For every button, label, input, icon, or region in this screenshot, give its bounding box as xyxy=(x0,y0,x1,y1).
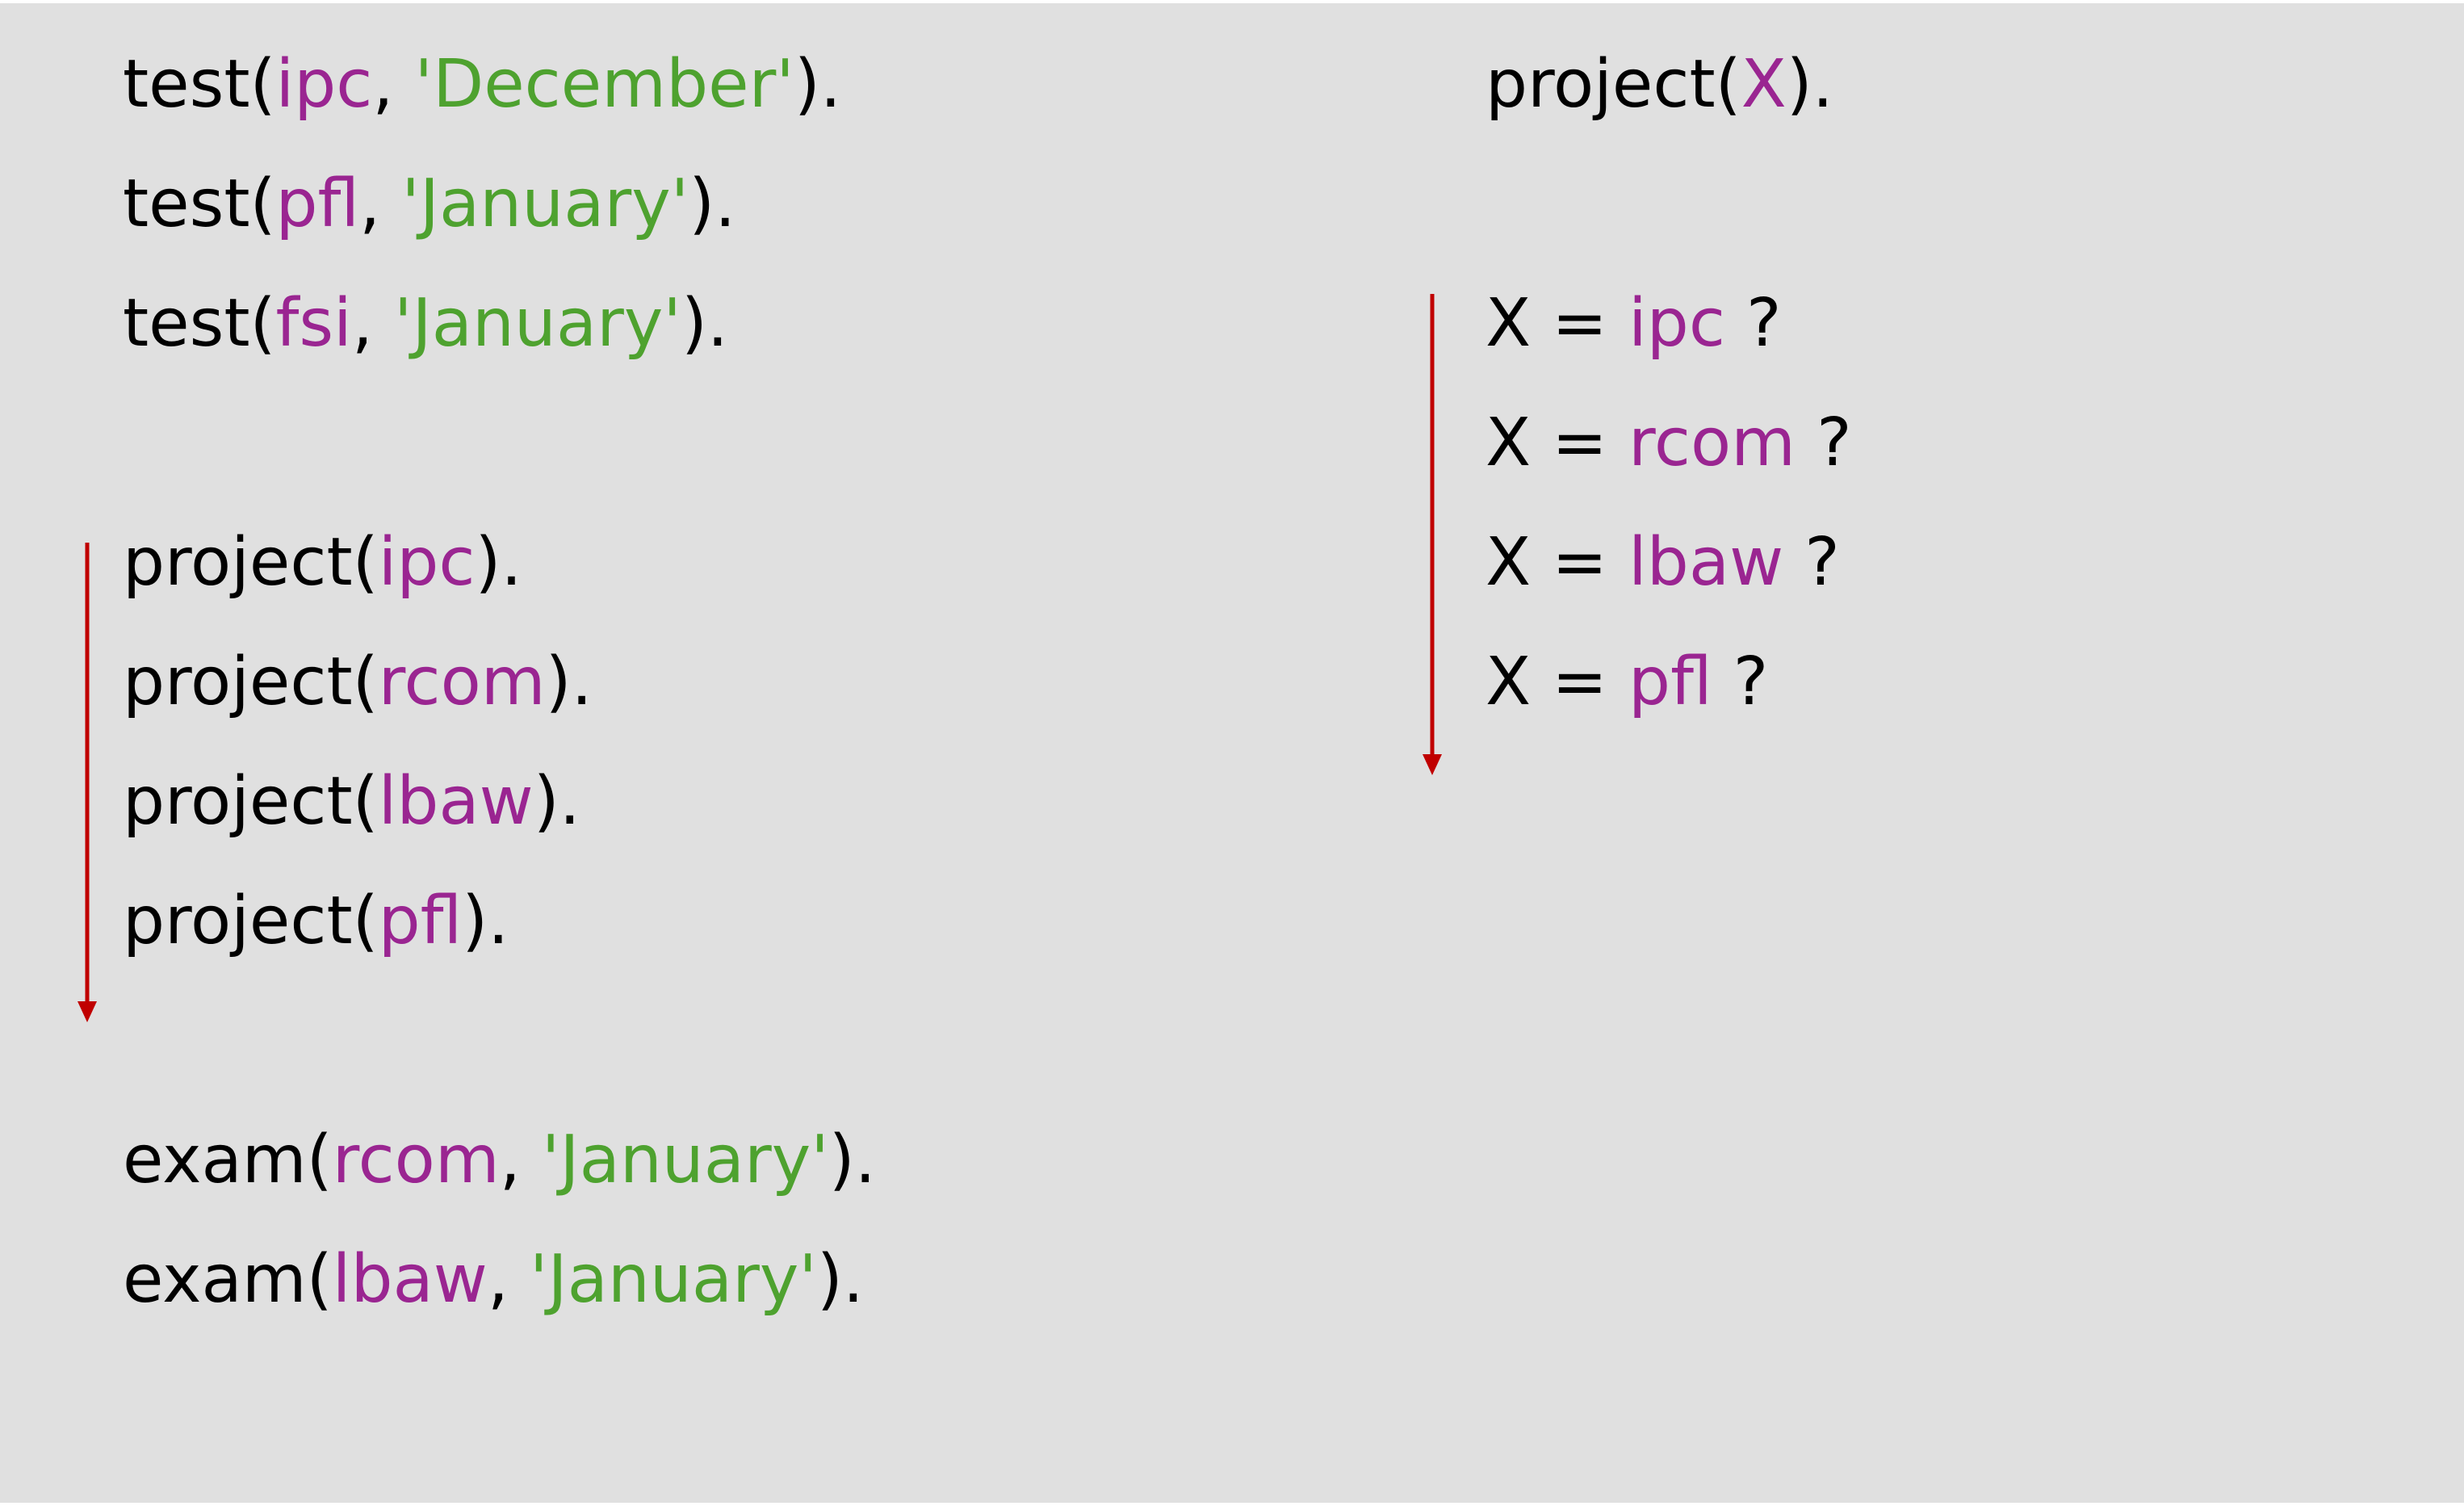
code-text: ). xyxy=(462,883,509,959)
atom-token: rcom xyxy=(1628,405,1796,481)
left-search-arrow xyxy=(78,543,97,1022)
code-text: ). xyxy=(794,46,841,123)
code-text: , xyxy=(499,1122,542,1198)
atom-token: ipc xyxy=(378,524,476,601)
code-text: ). xyxy=(689,166,736,242)
atom-token: ipc xyxy=(275,46,373,123)
atom-token: pfl xyxy=(1628,644,1712,720)
right-search-arrow xyxy=(1423,294,1442,775)
unification-attempt: X = lbaw ? xyxy=(1486,530,1840,596)
code-text: ? xyxy=(1712,644,1769,720)
fact-exam-line: exam(lbaw, 'January'). xyxy=(123,1247,864,1313)
code-text: , xyxy=(359,166,402,242)
atom-token: rcom xyxy=(378,644,546,720)
unification-attempt: X = rcom ? xyxy=(1486,410,1852,476)
left-arrow-head xyxy=(78,1001,97,1022)
code-text: project( xyxy=(123,524,379,601)
fact-project-line: project(rcom). xyxy=(123,649,593,715)
right-arrow-head xyxy=(1423,754,1442,775)
code-text: exam( xyxy=(123,1241,333,1318)
query-line: project(X). xyxy=(1486,52,1833,118)
code-text: project( xyxy=(123,883,379,959)
atom-token: rcom xyxy=(332,1122,500,1198)
fact-test-line: test(ipc, 'December'). xyxy=(123,52,841,118)
code-text: ). xyxy=(828,1122,876,1198)
code-text: X = xyxy=(1486,524,1629,601)
fact-test-line: test(fsi, 'January'). xyxy=(123,291,728,357)
fact-project-line: project(ipc). xyxy=(123,530,522,596)
fact-project-line: project(pfl). xyxy=(123,888,509,954)
atom-token: lbaw xyxy=(1628,524,1784,601)
code-text: project( xyxy=(123,644,379,720)
string-token: 'January' xyxy=(541,1122,829,1198)
code-text: test( xyxy=(123,285,276,362)
code-text: ? xyxy=(1796,405,1852,481)
diagram-canvas: test(ipc, 'December'). test(pfl, 'Januar… xyxy=(0,3,2464,1503)
code-text: exam( xyxy=(123,1122,333,1198)
code-text: X = xyxy=(1486,644,1629,720)
code-text: X = xyxy=(1486,285,1629,362)
code-text: , xyxy=(487,1241,530,1318)
code-text: ). xyxy=(533,763,580,840)
fact-test-line: test(pfl, 'January'). xyxy=(123,171,735,237)
string-token: 'January' xyxy=(529,1241,817,1318)
atom-token: ipc xyxy=(1628,285,1725,362)
atom-token: lbaw xyxy=(332,1241,488,1318)
code-text: ). xyxy=(475,524,522,601)
string-token: 'December' xyxy=(414,46,794,123)
unification-attempt: X = ipc ? xyxy=(1486,291,1782,357)
code-text: ? xyxy=(1724,285,1782,362)
code-text: , xyxy=(372,46,415,123)
string-token: 'January' xyxy=(393,285,681,362)
code-text: ). xyxy=(681,285,728,362)
code-text: ? xyxy=(1783,524,1840,601)
code-text: project( xyxy=(1486,46,1741,123)
unification-attempt: X = pfl ? xyxy=(1486,649,1768,715)
code-text: ). xyxy=(1786,46,1833,123)
code-text: project( xyxy=(123,763,379,840)
code-text: , xyxy=(351,285,394,362)
atom-token: pfl xyxy=(275,166,360,242)
string-token: 'January' xyxy=(401,166,689,242)
code-text: test( xyxy=(123,166,276,242)
code-text: test( xyxy=(123,46,276,123)
code-text: ). xyxy=(545,644,593,720)
atom-token: fsi xyxy=(275,285,352,362)
atom-token: lbaw xyxy=(378,763,534,840)
code-text: X = xyxy=(1486,405,1629,481)
variable-token: X xyxy=(1741,46,1787,123)
fact-project-line: project(lbaw). xyxy=(123,769,580,835)
code-text: ). xyxy=(816,1241,864,1318)
atom-token: pfl xyxy=(378,883,463,959)
fact-exam-line: exam(rcom, 'January'). xyxy=(123,1127,876,1193)
